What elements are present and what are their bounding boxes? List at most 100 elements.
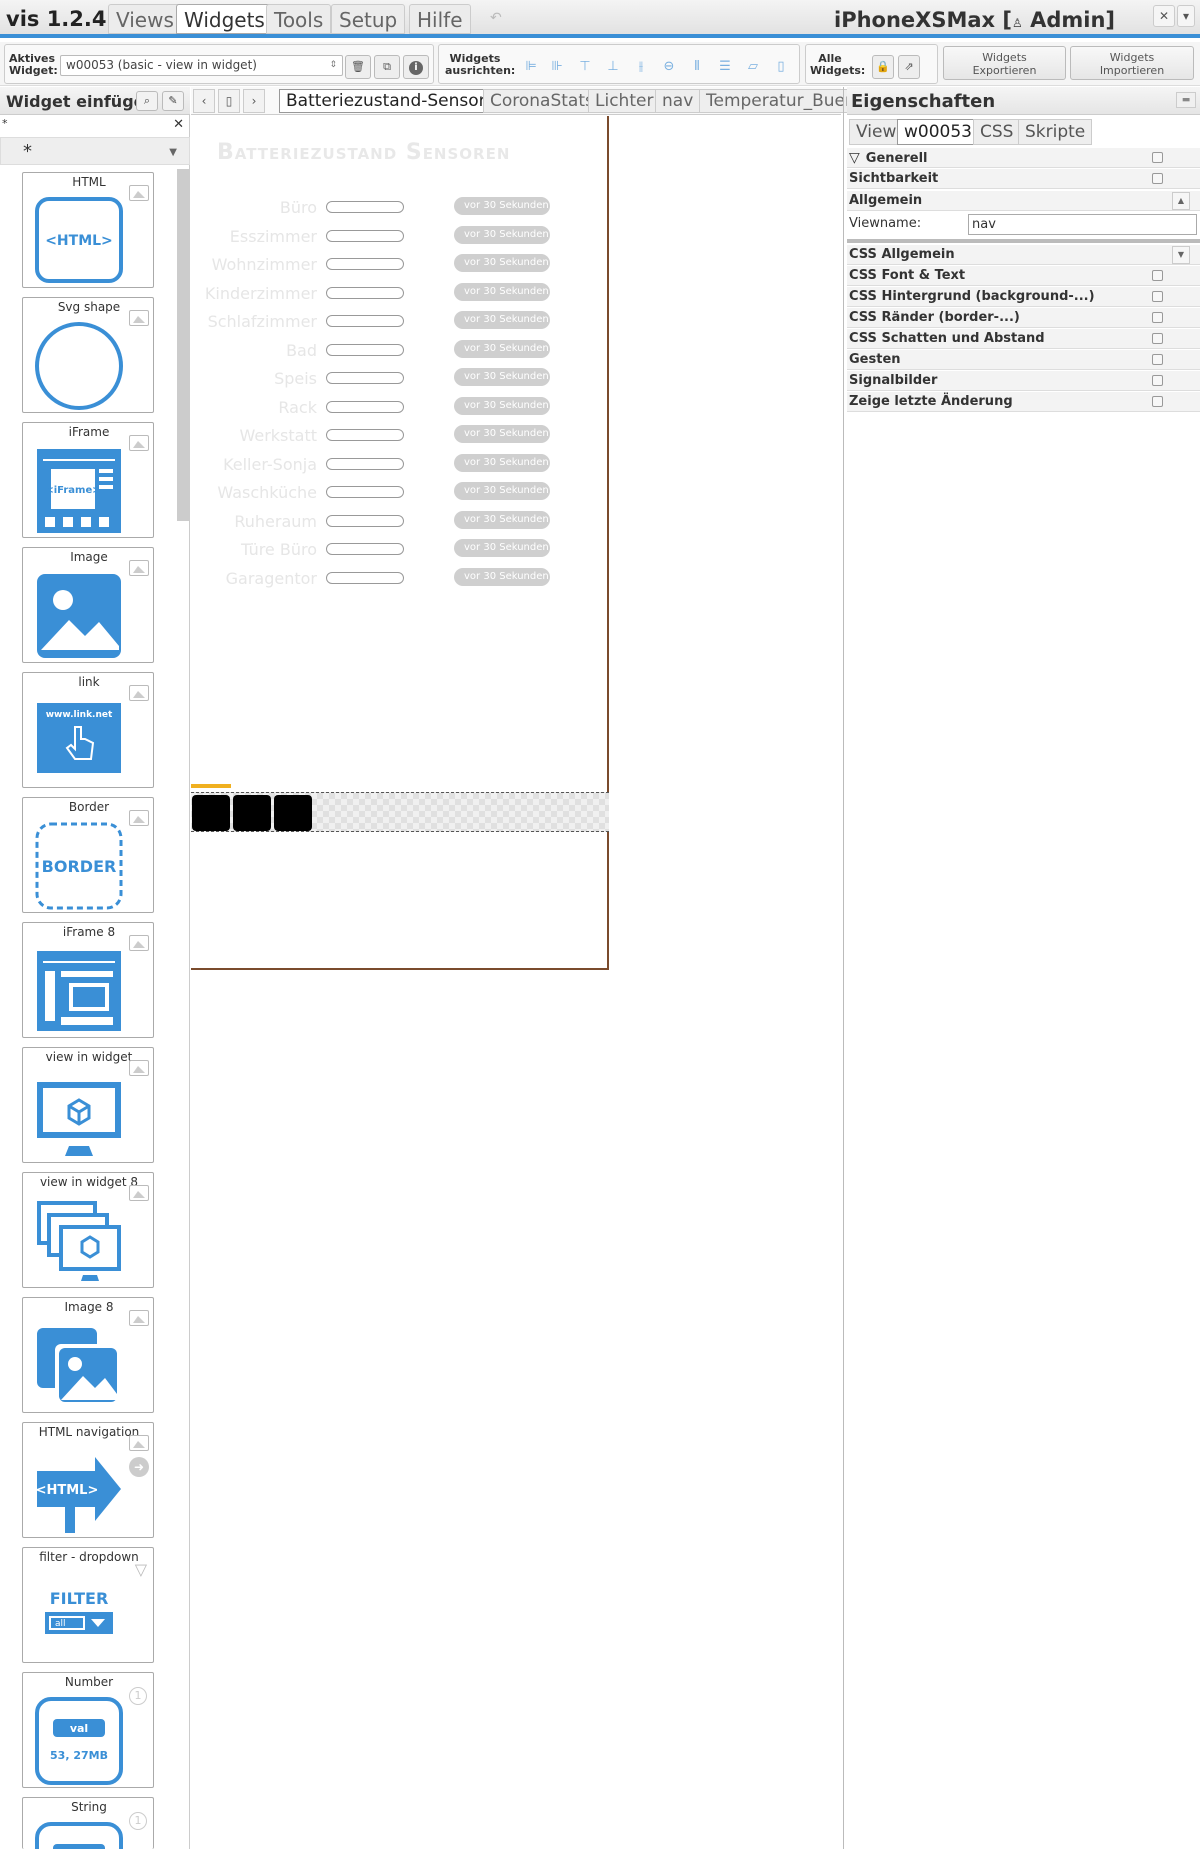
nav-button-1[interactable] — [192, 795, 230, 831]
nav-button-3[interactable] — [274, 795, 312, 831]
viewname-input[interactable]: nav — [968, 214, 1197, 235]
lock-button[interactable]: 🔒 — [872, 55, 894, 79]
chevron-down-icon[interactable]: ▼ — [1172, 246, 1190, 264]
widget-card-border[interactable]: Border BORDER — [22, 797, 154, 913]
group-checkbox[interactable] — [1152, 354, 1163, 365]
widget-card-image-8[interactable]: Image 8 — [22, 1297, 154, 1413]
tab-lichter[interactable]: Lichter — [588, 89, 661, 113]
sensor-name: Wohnzimmer — [211, 255, 317, 274]
external-link-button[interactable]: ⇗ — [898, 55, 920, 79]
css-group-row[interactable]: Zeige letzte Änderung — [847, 392, 1200, 412]
widget-card-iframe[interactable]: iFrame <iFrame> — [22, 422, 154, 538]
css-group-row[interactable]: CSS Schatten und Abstand — [847, 329, 1200, 349]
external-link-icon: ⇗ — [904, 60, 914, 73]
active-widget-group: Aktives Widget: w00053 (basic - view in w… — [4, 44, 434, 84]
css-group-row[interactable]: CSS Hintergrund (background-...) — [847, 287, 1200, 307]
clear-search-icon[interactable]: ✕ — [173, 117, 184, 132]
widget-card-link[interactable]: link www.link.net — [22, 672, 154, 788]
group-checkbox[interactable] — [1152, 333, 1163, 344]
widget-card-html-navigation[interactable]: HTML navigation ➜ <HTML> — [22, 1422, 154, 1538]
tabs-next-button[interactable]: › — [243, 89, 265, 113]
copy-widget-button[interactable]: ⧉ — [374, 55, 400, 79]
monitor-icon — [37, 1082, 121, 1156]
last-update-badge: vor 30 Sekunden — [454, 453, 550, 472]
widget-card-string[interactable]: String 1 val — [22, 1797, 154, 1849]
widget-card-number[interactable]: Number 1 val 53, 27MB — [22, 1672, 154, 1788]
nav-button-2[interactable] — [233, 795, 271, 831]
tab-view[interactable]: View — [849, 119, 904, 145]
palette-scrollbar[interactable] — [177, 169, 189, 521]
widget-card-view-in-widget[interactable]: view in widget — [22, 1047, 154, 1163]
tab-batteriezustand-sensoren[interactable]: Batteriezustand-Sensoren — [279, 89, 514, 113]
align-left-icon[interactable]: ⊫ — [523, 59, 539, 75]
sensor-name: Speis — [274, 369, 317, 388]
tab-css[interactable]: CSS — [973, 119, 1021, 145]
align-right-icon[interactable]: ⊪ — [549, 59, 565, 75]
close-icon[interactable]: ✕ — [1153, 5, 1175, 27]
view-tabs-bar: ‹ ▯ › Batteriezustand-Sensoren CoronaSta… — [191, 87, 870, 115]
group-checkbox[interactable] — [1152, 396, 1163, 407]
tabs-prev-button[interactable]: ‹ — [193, 89, 215, 113]
minimize-icon[interactable]: ▬ — [1176, 92, 1196, 108]
tab-coronastats[interactable]: CoronaStats — [483, 89, 601, 113]
widget-card-html[interactable]: HTML <HTML> — [22, 172, 154, 288]
sensor-name: Rack — [278, 397, 317, 417]
battery-bar — [326, 514, 404, 527]
battery-bar — [326, 457, 404, 470]
css-group-row[interactable]: CSS Allgemein ▼ — [847, 245, 1200, 265]
align-top-icon[interactable]: ⊤ — [577, 59, 593, 75]
group-checkbox[interactable] — [1152, 312, 1163, 323]
chevron-down-icon[interactable]: ▾ — [1177, 5, 1195, 27]
widget-card-image[interactable]: Image — [22, 547, 154, 663]
group-sichtbarkeit-checkbox[interactable] — [1152, 173, 1163, 184]
css-group-row[interactable]: CSS Ränder (border-...) — [847, 308, 1200, 328]
menu-setup[interactable]: Setup — [331, 4, 406, 34]
chevron-up-icon[interactable]: ▲ — [1172, 192, 1190, 210]
palette-filter-select[interactable]: * ▼ — [0, 137, 190, 165]
info-button[interactable]: i — [403, 55, 429, 79]
css-group-row[interactable]: CSS Font & Text — [847, 266, 1200, 286]
distribute-h-icon[interactable]: ⫴ — [689, 59, 705, 75]
widgets-import-button[interactable]: Widgets Importieren — [1070, 46, 1194, 80]
menu-widgets[interactable]: Widgets — [176, 4, 273, 34]
distribute-v-icon[interactable]: ☰ — [717, 59, 733, 75]
widget-card-filter-dropdown[interactable]: filter - dropdown ▽ FILTER all — [22, 1547, 154, 1663]
undo-icon[interactable]: ↶ — [490, 10, 502, 26]
css-group-row[interactable]: Signalbilder — [847, 371, 1200, 391]
tab-widget-id[interactable]: w00053 — [897, 119, 979, 145]
css-group-row[interactable]: Gesten — [847, 350, 1200, 370]
menu-tools[interactable]: Tools — [266, 4, 332, 34]
tab-nav[interactable]: nav — [655, 89, 701, 113]
align-hcenter-icon[interactable]: ⊖ — [661, 59, 677, 75]
same-height-icon[interactable]: ▯ — [773, 59, 789, 75]
align-vcenter-icon[interactable]: ⫲ — [633, 59, 649, 75]
group-generell-checkbox[interactable] — [1152, 152, 1163, 163]
last-update-badge: vor 30 Sekunden — [454, 510, 550, 529]
sensor-row: Schlafzimmer vor 30 Sekunden — [191, 310, 609, 332]
group-checkbox[interactable] — [1152, 375, 1163, 386]
menu-views[interactable]: Views — [108, 4, 182, 34]
delete-widget-button[interactable]: 🗑 — [345, 55, 371, 79]
menu-hilfe[interactable]: Hilfe — [409, 4, 471, 34]
group-allgemein[interactable]: Allgemein ▲ — [847, 191, 1200, 211]
active-widget-select[interactable]: w00053 (basic - view in widget) ⇕ — [60, 55, 343, 76]
widget-card-svg-shape[interactable]: Svg shape — [22, 297, 154, 413]
widget-card-view-in-widget-8[interactable]: view in widget 8 — [22, 1172, 154, 1288]
view-canvas[interactable]: Batteriezustand Sensoren Büro vor 30 Seku… — [191, 116, 609, 970]
widget-card-iframe-8[interactable]: iFrame 8 — [22, 922, 154, 1038]
group-checkbox[interactable] — [1152, 291, 1163, 302]
panel-divider[interactable] — [843, 87, 844, 1849]
group-generell[interactable]: ▽ Generell — [847, 148, 1200, 168]
group-sichtbarkeit[interactable]: Sichtbarkeit — [847, 169, 1200, 189]
same-width-icon[interactable]: ▱ — [745, 59, 761, 75]
image-icon — [129, 685, 149, 701]
tab-skripte[interactable]: Skripte — [1018, 119, 1093, 145]
pin-button[interactable]: ✎ — [162, 91, 184, 111]
tabs-list-button[interactable]: ▯ — [218, 89, 240, 113]
group-checkbox[interactable] — [1152, 270, 1163, 281]
search-button[interactable]: ⌕ — [136, 91, 158, 111]
palette-search-input[interactable]: * ✕ — [0, 117, 190, 135]
align-bottom-icon[interactable]: ⊥ — [605, 59, 621, 75]
nav-view-in-widget[interactable] — [191, 792, 609, 832]
widgets-export-button[interactable]: Widgets Exportieren — [943, 46, 1066, 80]
